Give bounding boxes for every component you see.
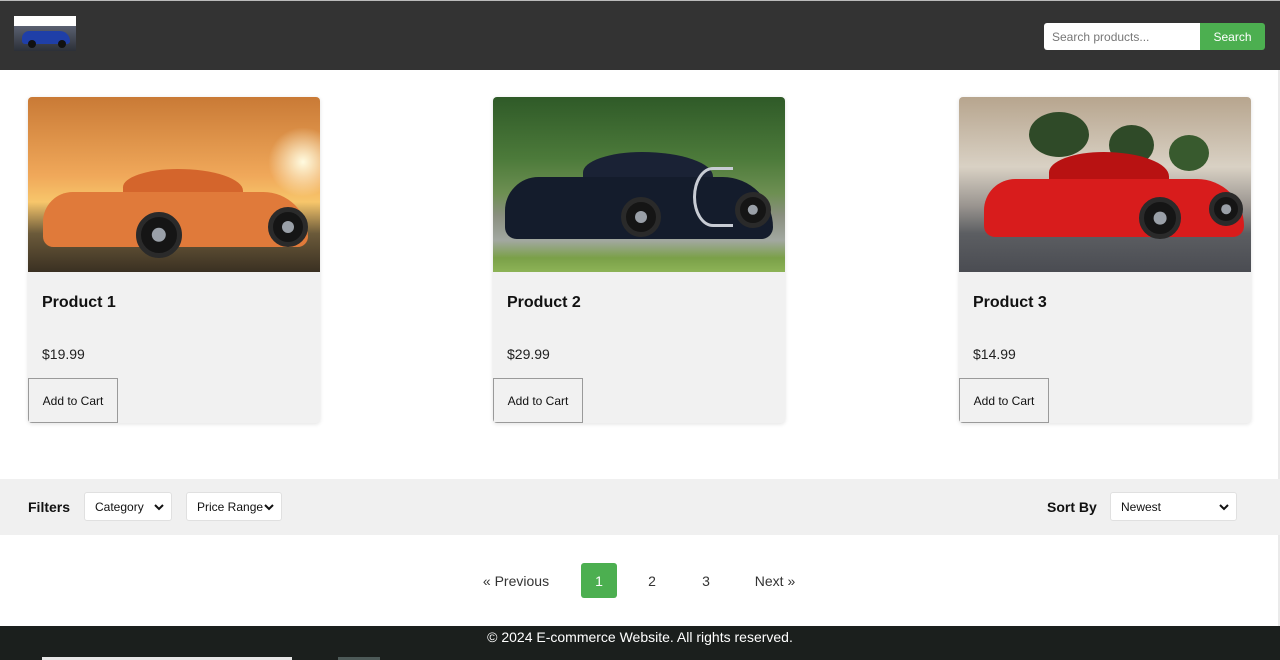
previous-page-link[interactable]: « Previous — [476, 563, 556, 598]
sort-by-label: Sort By — [1047, 499, 1097, 515]
price-range-select-value: Price Range — [197, 499, 264, 514]
car-body — [984, 179, 1244, 237]
filters-label: Filters — [28, 499, 71, 515]
chevron-down-icon — [264, 504, 274, 511]
chevron-down-icon — [154, 504, 164, 511]
price-range-select[interactable]: Price Range — [186, 492, 282, 521]
product-image[interactable] — [493, 97, 785, 272]
category-select-value: Category — [95, 499, 144, 514]
wheel-icon — [1209, 192, 1243, 226]
page-link-3[interactable]: 3 — [688, 563, 724, 598]
footer-copyright: © 2024 E-commerce Website. All rights re… — [487, 629, 793, 645]
page-link-1[interactable]: 1 — [581, 563, 617, 598]
wheel-icon — [735, 192, 771, 228]
product-price: $14.99 — [973, 346, 1016, 362]
site-logo[interactable] — [14, 16, 76, 51]
wheel-icon — [268, 207, 308, 247]
product-name[interactable]: Product 2 — [507, 294, 581, 312]
tree-icon — [1169, 135, 1209, 171]
product-name[interactable]: Product 3 — [973, 294, 1047, 312]
product-name[interactable]: Product 1 — [42, 294, 116, 312]
pagination: « Previous 1 2 3 Next » — [0, 563, 1280, 599]
page-link-2[interactable]: 2 — [634, 563, 670, 598]
wheel-icon — [136, 212, 182, 258]
next-page-link[interactable]: Next » — [748, 563, 802, 598]
car-trim — [693, 167, 733, 227]
search-input[interactable] — [1044, 23, 1201, 50]
add-to-cart-button[interactable]: Add to Cart — [493, 378, 583, 423]
filters-bar: Filters Category Price Range Sort By New… — [0, 479, 1280, 535]
product-card: Product 2 $29.99 Add to Cart — [493, 97, 785, 423]
sort-select-value: Newest — [1121, 499, 1162, 514]
product-price: $19.99 — [42, 346, 85, 362]
site-footer: © 2024 E-commerce Website. All rights re… — [0, 626, 1280, 660]
tree-icon — [1029, 112, 1089, 157]
product-image[interactable] — [28, 97, 320, 272]
logo-wheel-icon — [28, 40, 36, 48]
product-card: Product 1 $19.99 Add to Cart — [28, 97, 320, 423]
product-price: $29.99 — [507, 346, 550, 362]
category-select[interactable]: Category — [84, 492, 172, 521]
site-header: Search — [0, 0, 1280, 70]
wheel-icon — [621, 197, 661, 237]
sort-select[interactable]: Newest — [1110, 492, 1237, 521]
product-image[interactable] — [959, 97, 1251, 272]
add-to-cart-button[interactable]: Add to Cart — [28, 378, 118, 423]
product-card: Product 3 $14.99 Add to Cart — [959, 97, 1251, 423]
logo-wheel-icon — [58, 40, 66, 48]
search-button[interactable]: Search — [1200, 23, 1265, 50]
chevron-down-icon — [1219, 504, 1229, 511]
wheel-icon — [1139, 197, 1181, 239]
logo-sky — [14, 16, 76, 26]
add-to-cart-button[interactable]: Add to Cart — [959, 378, 1049, 423]
